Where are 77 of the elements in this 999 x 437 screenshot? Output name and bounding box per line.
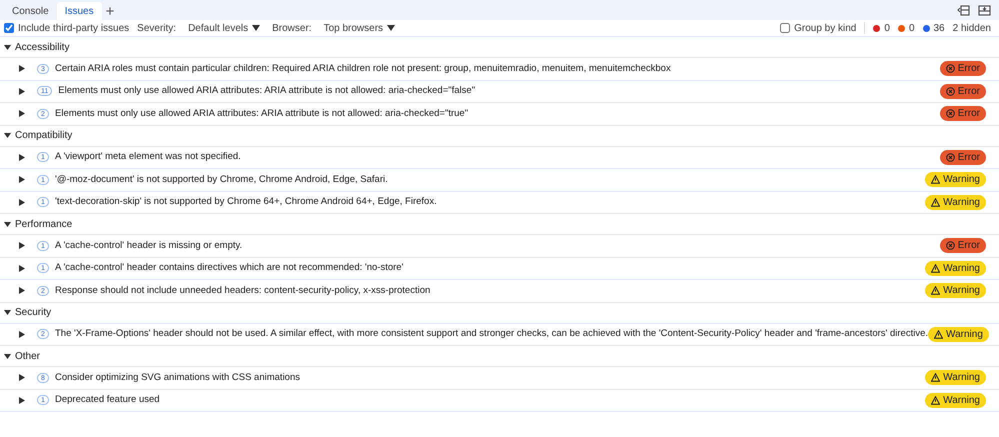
expand-icon[interactable] <box>19 396 25 404</box>
caret-icon <box>252 25 260 31</box>
expand-icon[interactable] <box>4 309 11 316</box>
issue-text[interactable]: A 'cache-control' header is missing or empty. <box>55 238 242 253</box>
error-icon <box>946 152 955 162</box>
severity-badge: Error <box>940 61 986 76</box>
expand-icon[interactable] <box>19 287 25 294</box>
issue-count: 0 <box>884 22 890 36</box>
category-header[interactable]: Other <box>0 346 999 367</box>
expand-icon[interactable] <box>19 264 25 272</box>
browser-dropdown[interactable]: Top browsers <box>324 20 396 36</box>
caret-icon <box>387 25 396 31</box>
severity-badge: Warning <box>925 194 986 210</box>
warning-icon <box>931 264 940 273</box>
severity-badge: Warning <box>925 260 986 276</box>
issue-text[interactable]: Response should not include unneeded headers: content-security-policy, x-xss-protection <box>55 284 430 298</box>
issue-text[interactable]: Certain ARIA roles must contain particular children: Required ARIA children role not present: group, menuitemradio, menuitem, menuitemcheckbox <box>55 62 671 76</box>
severity-badge: Warning <box>928 326 989 342</box>
expand-icon[interactable] <box>4 352 11 360</box>
warning-icon <box>931 175 940 184</box>
issue-text[interactable]: Deprecated feature used <box>55 393 160 408</box>
browser-label: Browser: <box>272 22 312 36</box>
severity-label: Severity: <box>137 22 176 36</box>
expand-icon[interactable] <box>4 220 11 228</box>
warning-icon <box>934 330 944 339</box>
severity-badge: Warning <box>925 370 986 386</box>
severity-badge: Warning <box>925 283 986 298</box>
error-icon <box>946 86 955 96</box>
tab[interactable]: Console <box>4 2 57 20</box>
checkbox-label[interactable]: Group by kind <box>794 20 856 36</box>
expand-icon[interactable] <box>4 132 11 139</box>
issue-text[interactable]: Elements must only use allowed ARIA attributes: ARIA attribute is not allowed: aria-checked="true" <box>55 106 468 121</box>
panel-icon[interactable] <box>978 4 991 16</box>
category-header[interactable]: Accessibility <box>0 37 999 58</box>
issue-text[interactable]: Consider optimizing SVG animations with CSS animations <box>55 370 300 385</box>
expand-icon[interactable] <box>19 242 25 250</box>
expand-icon[interactable] <box>19 88 25 95</box>
category-header[interactable]: Security <box>0 302 999 324</box>
expand-icon[interactable] <box>19 110 25 118</box>
warning-icon <box>931 198 940 207</box>
checkbox[interactable] <box>4 23 14 33</box>
warning-icon <box>931 373 940 382</box>
issue-text[interactable]: 'text-decoration-skip' is not supported by Chrome 64+, Chrome Android 64+, Edge, Firefox. <box>55 195 437 210</box>
issue-count: 36 <box>934 22 945 36</box>
expand-icon[interactable] <box>19 65 25 72</box>
severity-badge: Error <box>940 84 986 99</box>
expand-icon[interactable] <box>19 330 25 338</box>
severity-badge: Error <box>940 106 986 122</box>
checkbox-label[interactable]: Include third-party issues <box>18 20 130 36</box>
error-icon <box>946 109 955 118</box>
expand-icon[interactable] <box>19 198 25 206</box>
expand-icon[interactable] <box>19 154 25 161</box>
issue-text[interactable]: A 'cache-control' header contains directives which are not recommended: 'no-store' <box>55 261 404 276</box>
warning-icon <box>931 396 940 405</box>
severity-badge: Error <box>940 150 986 165</box>
dock-side-icon[interactable] <box>957 4 970 16</box>
severity-dropdown[interactable]: Default levels <box>188 20 260 36</box>
severity-badge: Warning <box>925 392 986 408</box>
tab[interactable]: Issues <box>56 2 102 20</box>
error-icon <box>946 64 955 74</box>
category-header[interactable]: Compatibility <box>0 126 999 146</box>
issue-text[interactable]: The 'X-Frame-Options' header should not be used. A similar effect, with more consistent support and stronger checks, can be achieved with the 'Content-Security-Policy' header and 'frame-ancestors' directive. <box>55 327 928 342</box>
issue-count: 0 <box>908 22 914 36</box>
issue-text[interactable]: A 'viewport' meta element was not specified. <box>55 150 241 164</box>
checkbox[interactable] <box>780 23 790 33</box>
issue-text[interactable]: '@-moz-document' is not supported by Chrome, Chrome Android, Edge, Safari. <box>55 172 388 187</box>
warning-icon <box>931 286 940 296</box>
new-tab-button[interactable]: + <box>102 2 118 20</box>
error-icon <box>946 241 955 250</box>
hidden-count: 2 hidden <box>952 22 991 36</box>
severity-badge: Error <box>940 238 986 254</box>
expand-icon[interactable] <box>4 44 11 50</box>
expand-icon[interactable] <box>19 176 25 184</box>
issue-text[interactable]: Elements must only use allowed ARIA attributes: ARIA attribute is not allowed: aria-checked="false" <box>58 84 476 98</box>
expand-icon[interactable] <box>19 374 25 382</box>
severity-badge: Warning <box>925 172 986 188</box>
category-header[interactable]: Performance <box>0 214 999 235</box>
